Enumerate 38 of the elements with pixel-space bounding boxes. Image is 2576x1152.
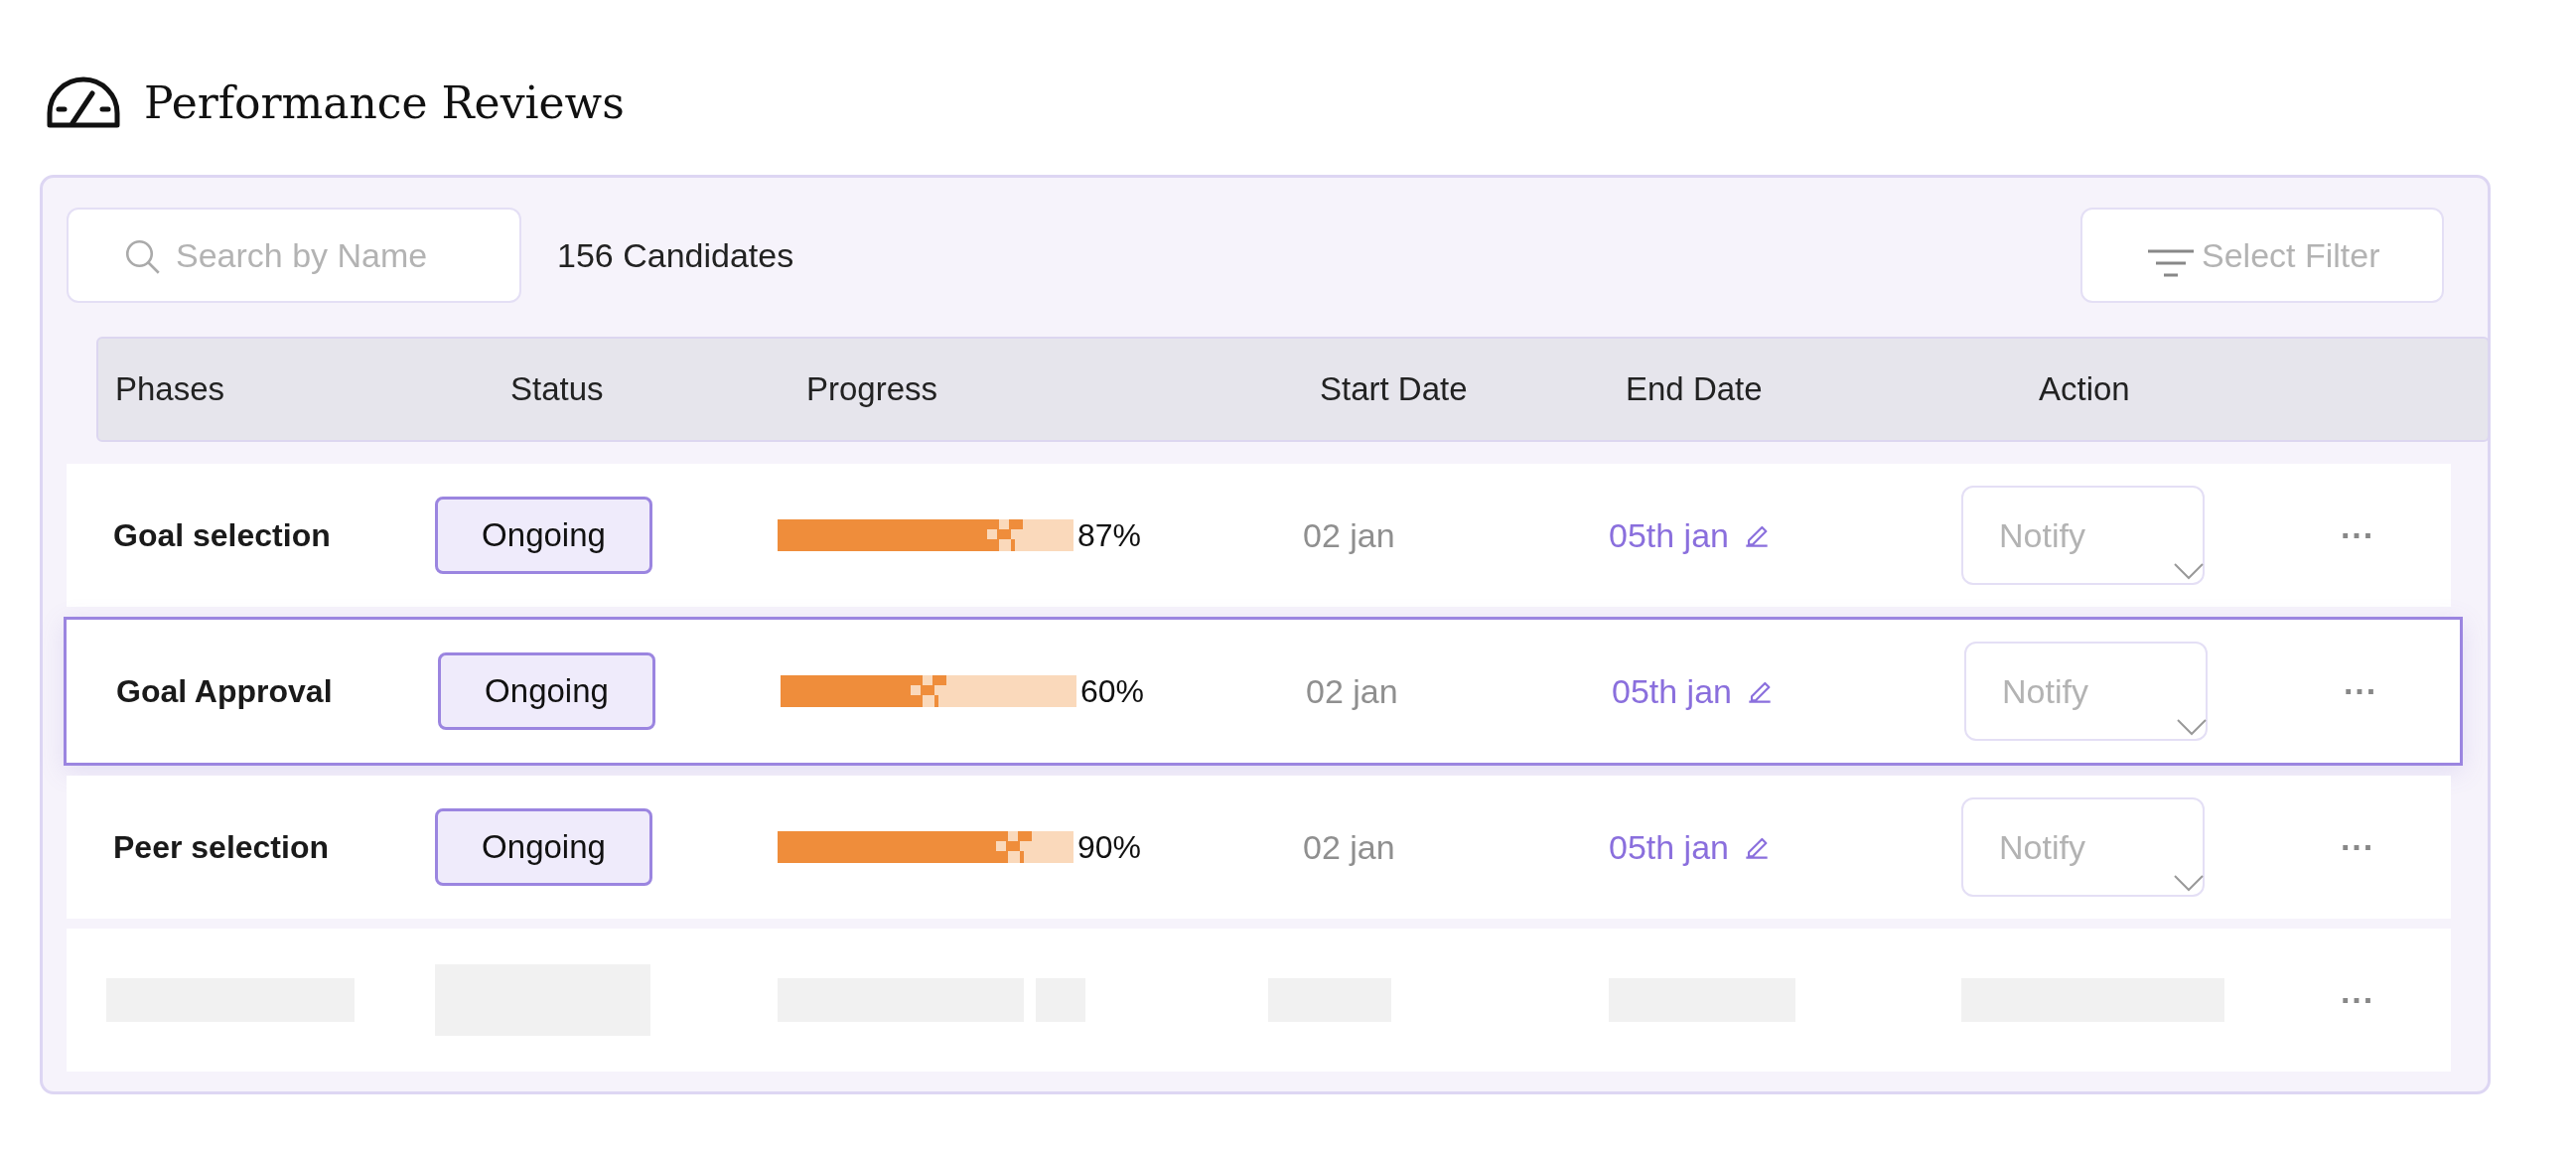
progress-percent: 87% bbox=[1077, 516, 1142, 554]
start-date: 02 jan bbox=[1303, 515, 1396, 555]
notify-dropdown[interactable]: Notify bbox=[1961, 797, 2205, 897]
chevron-icon[interactable] bbox=[2176, 717, 2208, 737]
search-field[interactable]: Search by Name bbox=[67, 208, 521, 303]
end-date: 05th jan bbox=[1609, 515, 1729, 555]
status-badge: Ongoing bbox=[435, 497, 652, 574]
end-date: 05th jan bbox=[1609, 827, 1729, 867]
candidate-count: 156 Candidates bbox=[557, 235, 794, 275]
page-title: Performance Reviews bbox=[144, 76, 625, 128]
column-header: Action bbox=[2039, 370, 2131, 408]
more-options-button[interactable]: ··· bbox=[2344, 671, 2460, 711]
column-header: Phases bbox=[115, 370, 226, 408]
column-header: Start Date bbox=[1320, 370, 1469, 408]
progress-percent: 60% bbox=[1080, 672, 1145, 710]
chevron-icon[interactable] bbox=[2173, 561, 2205, 581]
column-header: Status bbox=[510, 370, 605, 408]
more-options-button[interactable]: ··· bbox=[2341, 515, 2451, 555]
end-date: 05th jan bbox=[1612, 671, 1732, 711]
phase-name: Goal Approval bbox=[115, 672, 334, 710]
status-badge: Ongoing bbox=[438, 652, 655, 730]
progress-percent: 90% bbox=[1077, 828, 1142, 866]
start-date: 02 jan bbox=[1303, 827, 1396, 867]
table-row[interactable]: Peer selection Ongoing 90% 02 jan 05th jan Notify ··· bbox=[67, 776, 2451, 919]
start-date: 02 jan bbox=[1306, 671, 1399, 711]
more-options-button[interactable]: ··· bbox=[2341, 980, 2451, 1020]
table-row[interactable]: Goal Approval Ongoing 60% 02 jan 05th jan Notify ··· bbox=[64, 617, 2463, 766]
table-row[interactable]: Goal selection Ongoing 87% 02 jan 05th jan Notify ··· bbox=[67, 464, 2451, 607]
column-header: End Date bbox=[1626, 370, 1764, 408]
chevron-icon[interactable] bbox=[2173, 873, 2205, 893]
column-header: Progress bbox=[806, 370, 939, 408]
notify-dropdown[interactable]: Notify bbox=[1961, 486, 2205, 585]
filter-dropdown[interactable]: Select Filter bbox=[2080, 208, 2444, 303]
phase-name: Goal selection bbox=[112, 516, 332, 554]
notify-dropdown[interactable]: Notify bbox=[1964, 642, 2208, 741]
more-options-button[interactable]: ··· bbox=[2341, 827, 2451, 867]
phase-name: Peer selection bbox=[112, 828, 330, 866]
status-badge: Ongoing bbox=[435, 808, 652, 886]
